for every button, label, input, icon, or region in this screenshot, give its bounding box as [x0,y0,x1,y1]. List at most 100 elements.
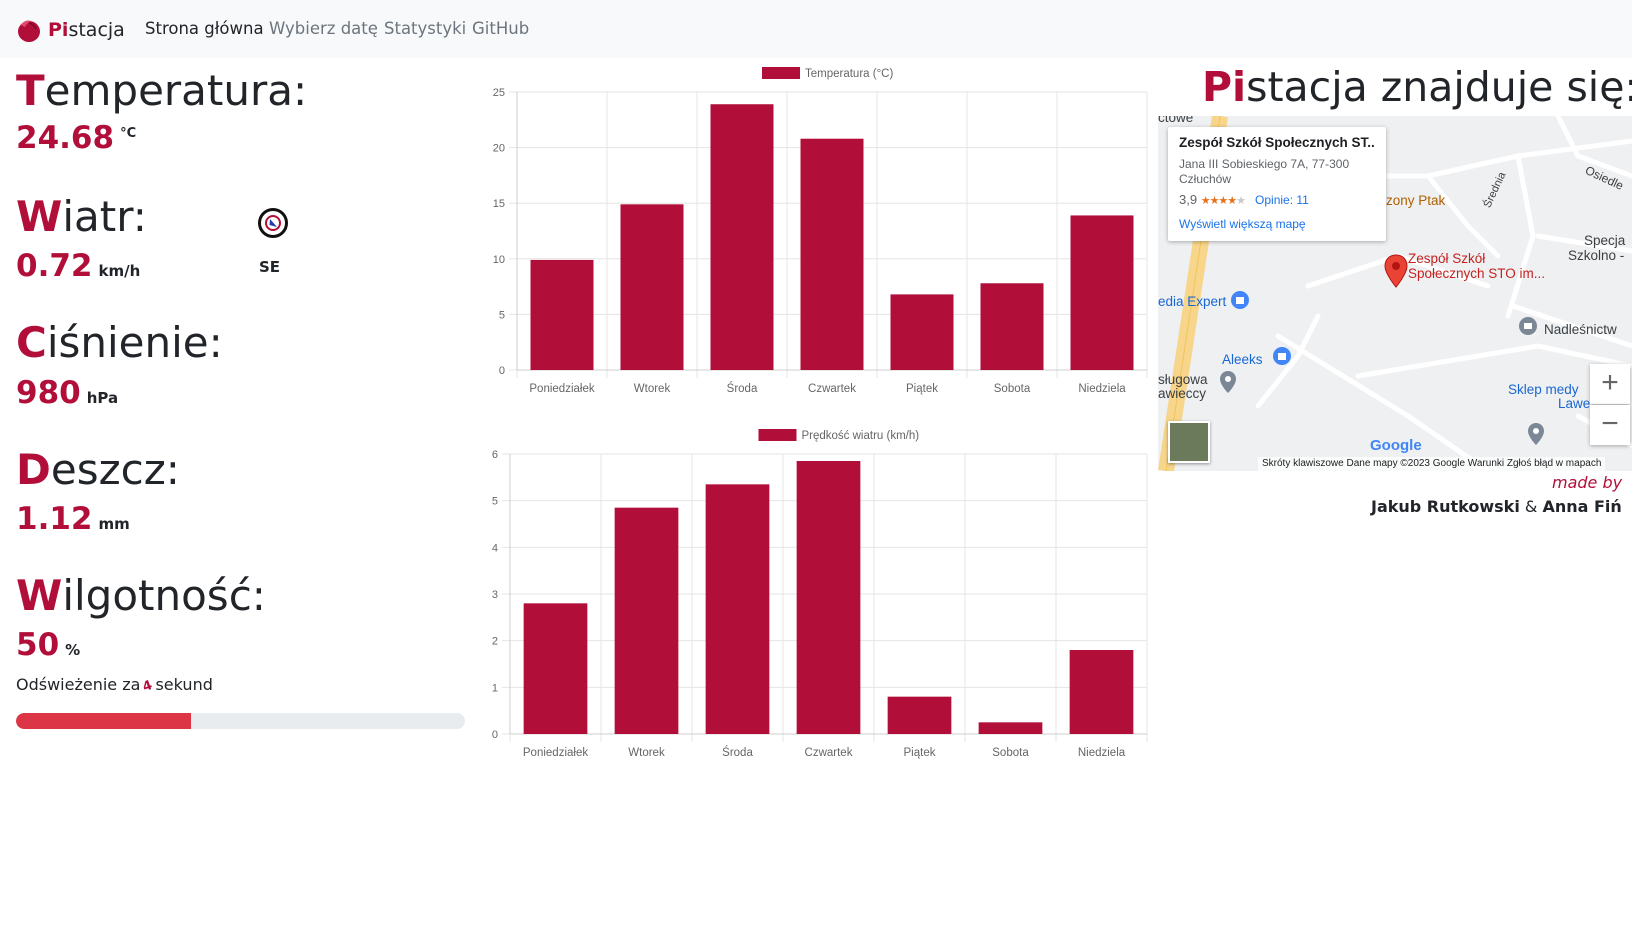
wind-heading-rest: iatr: [62,192,147,241]
x-tick-label: Sobota [992,747,1029,759]
nav-link-statistics[interactable]: Statystyki [384,19,466,38]
y-tick-label: 20 [493,143,505,155]
map-label-uslugowa: sługowa [1158,372,1208,387]
map-footer[interactable]: Skróty klawiszowe Dane mapy ©2023 Google… [1258,457,1606,471]
x-tick-label: Niedziela [1078,383,1126,395]
y-tick-label: 4 [492,542,498,554]
map-label-szkolno: Szkolno - [1568,248,1625,263]
zoom-in-button[interactable]: + [1590,364,1630,404]
map-label-awieccy: awieccy [1158,386,1207,401]
y-tick-label: 15 [493,198,505,210]
map-label-aleeks: Aleeks [1222,352,1263,367]
navbar: Pistacja Strona główna Wybierz datę Stat… [0,0,1632,58]
pressure-heading-initial: C [16,318,47,367]
x-tick-label: Środa [727,382,758,395]
rain-heading: Deszcz: [16,449,180,491]
y-tick-label: 2 [492,636,498,648]
humidity-heading-initial: W [16,571,63,620]
pressure-number: 980 [16,375,81,411]
temperature-chart-svg: Temperatura (°C) 0 5 10 15 20 25 Poniedziałek Wt… [493,67,1148,395]
x-tick-label: Piątek [904,747,936,759]
map-label-0: ctowe [1158,116,1194,125]
wind-heading: Wiatr: [16,196,147,238]
shopping-bag-pin-icon [1273,347,1291,365]
satellite-view-toggle[interactable] [1168,421,1210,463]
wind-direction-compass-icon [258,208,288,238]
bar [800,138,864,370]
place-pin-icon [1528,423,1544,445]
brand-rest: stacja [68,19,125,41]
map-label-nadlesnictwo: Nadleśnictw [1544,322,1617,337]
y-tick-label: 1 [492,682,498,694]
rating-value: 3,9 [1179,192,1198,207]
nav-link-github[interactable]: GitHub [472,19,529,38]
map-label-lawe: Lawe [1558,396,1591,411]
made-by-label: made by [1552,473,1623,492]
place-rating: 3,9 ★★★★★ Opinie: 11 [1179,192,1375,207]
brand-name: Pistacja [48,19,125,41]
bar [890,294,954,370]
pressure-heading-rest: iśnienie: [46,318,223,367]
humidity-unit: % [65,641,81,659]
x-tick-label: Piątek [906,383,938,395]
wind-unit: km/h [98,262,141,280]
rain-unit: mm [98,515,130,533]
y-tick-label: 3 [492,589,498,601]
y-tick-label: 0 [499,365,505,377]
map-label-media-expert: edia Expert [1158,294,1227,309]
wind-number: 0.72 [16,248,93,284]
location-heading-rest: stacja znajduje się: [1246,63,1632,111]
nav-link-choose-date[interactable]: Wybierz datę [269,19,378,38]
map-pin-icon[interactable] [1384,254,1408,288]
legend-swatch [758,429,797,441]
place-name[interactable]: Zespół Szkół Społecznych ST... [1179,135,1375,150]
humidity-heading: Wilgotność: [16,575,266,617]
pressure-value: 980 hPa [16,378,118,409]
wind-speed-chart: Prędkość wiatru (km/h) 0 1 2 3 4 5 6 Poniedziałe… [480,424,1150,764]
bar [1070,215,1134,370]
map-label-specja: Specja [1584,233,1626,248]
author-2: Anna Fiń [1542,497,1622,516]
legend-label: Temperatura (°C) [805,68,893,80]
place-pin-icon [1220,371,1236,393]
stars-empty: ★ [1236,195,1246,207]
bar [530,259,594,370]
humidity-heading-rest: ilgotność: [62,571,266,620]
place-address: Jana III Sobieskiego 7A, 77-300 Człuchów [1179,157,1350,186]
nav-link-home[interactable]: Strona główna [145,19,264,38]
temperature-chart: Temperatura (°C) 0 5 10 15 20 25 Poniedziałek Wt… [480,62,1150,402]
x-tick-label: Niedziela [1078,747,1126,759]
x-tick-label: Wtorek [634,383,671,395]
bar [980,283,1044,370]
google-map[interactable]: ctowe zony Ptak Średnia Osiedle Specja S… [1158,116,1632,471]
x-tick-label: Czwartek [805,747,853,759]
map-label-zony-ptak: zony Ptak [1386,193,1446,208]
google-logo-text: Google [1370,437,1422,454]
wind-speed-chart-svg: Prędkość wiatru (km/h) 0 1 2 3 4 5 6 Poniedziałe… [492,429,1148,759]
rating-stars-icon: ★★★★★ [1201,195,1246,207]
map-label-pin-line2: Społecznych STO im... [1408,266,1546,281]
google-logo: Google [1370,437,1422,454]
bar [1069,650,1134,734]
y-tick-label: 25 [493,87,505,99]
brand[interactable]: Pistacja [16,15,125,45]
temperature-value: 24.68 °C [16,123,136,154]
refresh-progress-fill [16,713,192,729]
legend-swatch [762,67,800,79]
refresh-prefix: Odświeżenie za [16,675,141,694]
reviews-link[interactable]: Opinie: 11 [1255,193,1309,207]
shopping-bag-pin-icon [1231,291,1249,309]
refresh-suffix: sekund [155,675,213,694]
author-1: Jakub Rutkowski [1371,497,1520,516]
humidity-number: 50 [16,627,60,663]
bar [796,461,861,734]
location-heading: Pistacja znajduje się: [1202,63,1632,111]
x-tick-label: Poniedziałek [529,383,594,395]
y-tick-label: 0 [492,729,498,741]
view-larger-map-link[interactable]: Wyświetl większą mapę [1179,217,1375,231]
zoom-out-button[interactable]: − [1590,405,1630,445]
x-tick-label: Poniedziałek [523,747,588,759]
x-tick-label: Sobota [994,383,1031,395]
place-info-card: Zespół Szkół Społecznych ST... Jana III … [1168,127,1386,241]
x-tick-label: Środa [722,746,753,759]
